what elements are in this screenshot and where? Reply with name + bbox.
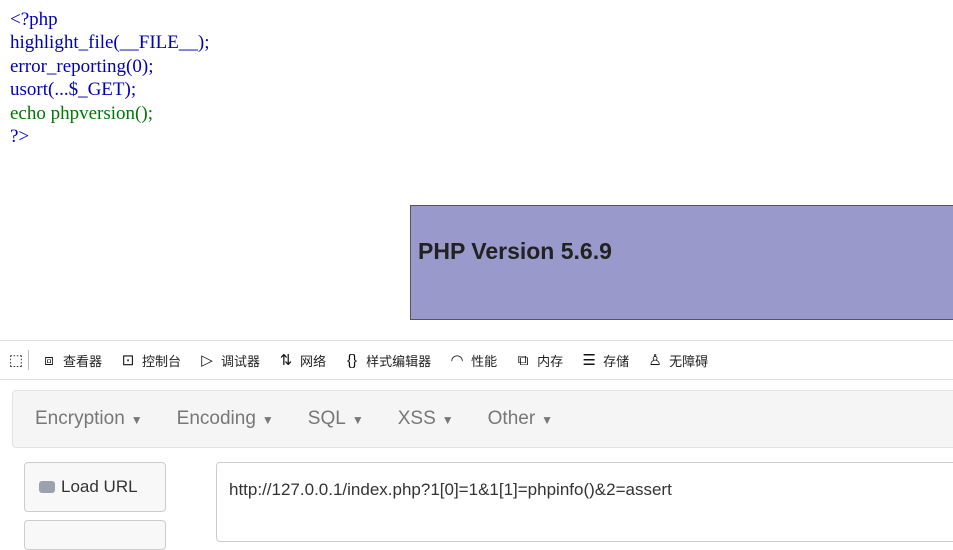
tab-label: 控制台 bbox=[142, 353, 182, 369]
code-line: echo phpversion(); bbox=[10, 102, 153, 124]
devtools-separator bbox=[28, 350, 29, 370]
debugger-icon: ▷ bbox=[201, 352, 213, 369]
tab-label: 存储 bbox=[603, 353, 630, 369]
devtools-tab-network[interactable]: ⇅ 网络 bbox=[278, 351, 326, 370]
devtools-toolbar: ⬚ ⧈ 查看器 ⊡ 控制台 ▷ 调试器 ⇅ 网络 {} 样式编辑器 ◠ 性能 ⧉… bbox=[0, 340, 953, 380]
caret-down-icon: ▼ bbox=[130, 413, 143, 427]
tab-label: 网络 bbox=[300, 353, 327, 369]
code-line: ?> bbox=[10, 126, 30, 148]
tab-label: 样式编辑器 bbox=[366, 353, 432, 369]
caret-down-icon: ▼ bbox=[541, 413, 554, 427]
devtools-tab-debugger[interactable]: ▷ 调试器 bbox=[199, 351, 260, 370]
caret-down-icon: ▼ bbox=[441, 413, 454, 427]
tab-label: 查看器 bbox=[63, 353, 103, 369]
menu-label: Other bbox=[487, 408, 536, 429]
url-textarea[interactable]: http://127.0.0.1/index.php?1[0]=1&1[1]=p… bbox=[216, 462, 953, 542]
load-url-button[interactable]: Load URL bbox=[24, 462, 166, 512]
accessibility-icon: ♙ bbox=[648, 352, 662, 369]
style-editor-icon: {} bbox=[347, 351, 358, 369]
devtools-tab-console[interactable]: ⊡ 控制台 bbox=[120, 351, 181, 370]
hackbar-menu-bar: Encryption ▼ Encoding ▼ SQL ▼ XSS ▼ Other ▼ bbox=[12, 390, 953, 448]
devtools-tab-inspector[interactable]: ⧈ 查看器 bbox=[41, 351, 102, 370]
menu-other[interactable]: Other ▼ bbox=[476, 408, 565, 430]
inspector-icon: ⧈ bbox=[44, 351, 54, 369]
menu-xss[interactable]: XSS ▼ bbox=[386, 408, 466, 430]
devtools-tab-picker[interactable]: ⬚ bbox=[8, 351, 24, 369]
devtools-tab-storage[interactable]: ☰ 存储 bbox=[581, 351, 629, 370]
menu-label: Encryption bbox=[35, 408, 125, 429]
code-line: usort(...$_GET); bbox=[10, 79, 137, 101]
php-version-title: PHP Version 5.6.9 bbox=[418, 238, 612, 264]
load-url-icon bbox=[39, 481, 55, 493]
pick-element-icon: ⬚ bbox=[8, 352, 24, 369]
tab-label: 性能 bbox=[471, 353, 498, 369]
menu-encryption[interactable]: Encryption ▼ bbox=[23, 408, 155, 430]
caret-down-icon: ▼ bbox=[351, 413, 364, 427]
console-icon: ⊡ bbox=[121, 352, 135, 369]
tab-label: 无障碍 bbox=[669, 353, 709, 369]
load-url-label: Load URL bbox=[61, 477, 138, 496]
source-code-block: <?php highlight_file(__FILE__); error_re… bbox=[10, 8, 209, 148]
menu-label: Encoding bbox=[176, 408, 256, 429]
caret-down-icon: ▼ bbox=[261, 413, 274, 427]
menu-sql[interactable]: SQL ▼ bbox=[296, 408, 376, 430]
devtools-tab-performance[interactable]: ◠ 性能 bbox=[449, 351, 498, 370]
tab-label: 调试器 bbox=[221, 353, 261, 369]
performance-icon: ◠ bbox=[450, 352, 464, 369]
tab-label: 内存 bbox=[537, 353, 564, 369]
devtools-tab-memory[interactable]: ⧉ 内存 bbox=[515, 351, 563, 370]
memory-icon: ⧉ bbox=[517, 351, 529, 369]
menu-label: XSS bbox=[397, 408, 436, 429]
storage-icon: ☰ bbox=[582, 352, 596, 369]
devtools-tab-accessibility[interactable]: ♙ 无障碍 bbox=[647, 351, 708, 370]
split-url-button[interactable] bbox=[24, 520, 166, 550]
code-line: <?php bbox=[10, 9, 58, 30]
code-line: error_reporting(0); bbox=[10, 55, 154, 77]
menu-encoding[interactable]: Encoding ▼ bbox=[165, 408, 286, 430]
network-icon: ⇅ bbox=[279, 352, 293, 369]
url-value: http://127.0.0.1/index.php?1[0]=1&1[1]=p… bbox=[229, 480, 672, 499]
menu-label: SQL bbox=[307, 408, 346, 429]
devtools-tab-style-editor[interactable]: {} 样式编辑器 bbox=[344, 351, 431, 370]
code-line: highlight_file(__FILE__); bbox=[10, 32, 210, 54]
